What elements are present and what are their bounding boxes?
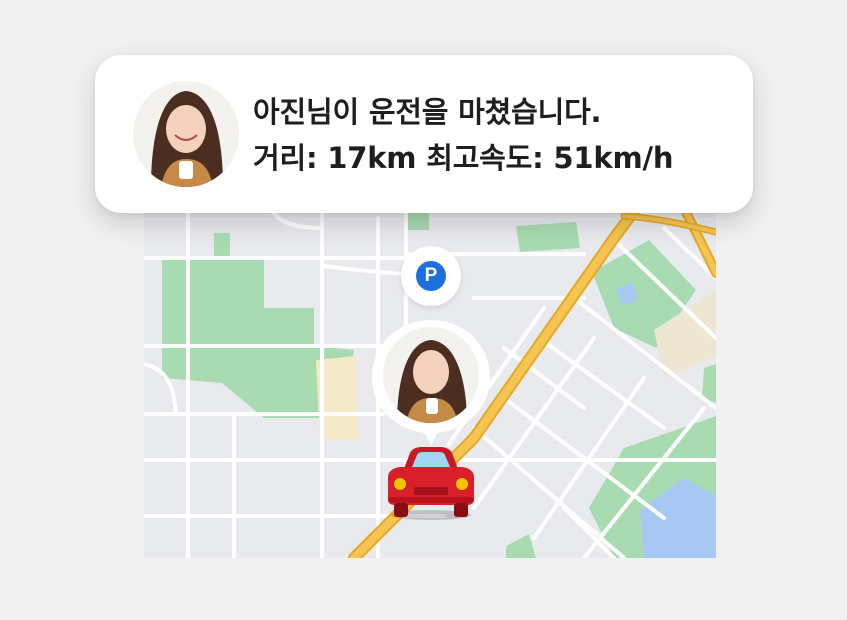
- map-pin-avatar-icon: [372, 320, 490, 446]
- notification-stats: 거리: 17km 최고속도: 51km/h: [253, 141, 674, 175]
- park-area: [516, 222, 580, 252]
- drive-complete-notification[interactable]: 아진님이 운전을 마쳤습니다. 거리: 17km 최고속도: 51km/h: [95, 55, 753, 213]
- car-icon: [388, 447, 474, 520]
- driver-location-pin[interactable]: [372, 320, 490, 460]
- parking-marker[interactable]: P: [401, 246, 461, 306]
- notification-title: 아진님이 운전을 마쳤습니다.: [253, 95, 602, 129]
- driver-avatar: [133, 81, 239, 187]
- notification-text: 아진님이 운전을 마쳤습니다. 거리: 17km 최고속도: 51km/h: [253, 89, 674, 181]
- park-area: [214, 233, 230, 256]
- car-marker[interactable]: [382, 443, 480, 523]
- parking-icon: P: [416, 261, 446, 291]
- person-avatar-icon: [133, 81, 239, 187]
